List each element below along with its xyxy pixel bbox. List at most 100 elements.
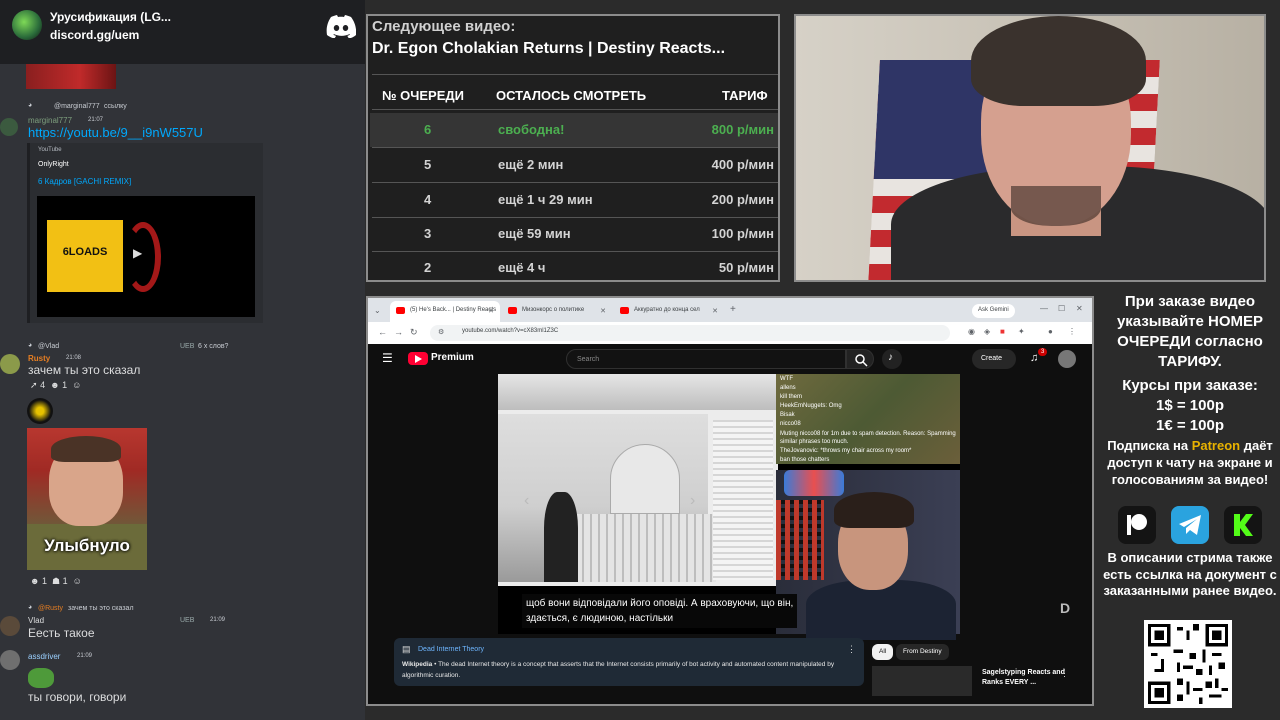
qr-code-icon <box>1148 624 1228 704</box>
server-invite-link[interactable]: discord.gg/uem <box>50 28 139 42</box>
close-tab-icon[interactable]: ✕ <box>600 307 606 315</box>
telegram-logo-icon[interactable] <box>1171 506 1209 544</box>
chip-from-destiny[interactable]: From Destiny <box>896 644 949 660</box>
channel-watermark[interactable]: D <box>1060 600 1070 616</box>
chip-all[interactable]: All <box>872 644 894 660</box>
info-panel-source: Wikipedia <box>402 661 433 668</box>
message-text: зачем ты это сказал <box>28 363 141 377</box>
search-input[interactable]: Search <box>566 349 846 369</box>
reply-user[interactable]: @marginal777 <box>54 103 100 110</box>
pepe-sticker[interactable] <box>28 668 54 688</box>
patreon-link[interactable]: Patreon <box>1192 438 1240 453</box>
next-video-label: Следующее видео: <box>372 18 516 35</box>
more-options-icon[interactable]: ⋮ <box>1060 668 1069 679</box>
sticker[interactable] <box>27 398 53 424</box>
queue-time-left: ещё 4 ч <box>498 260 546 275</box>
ask-gemini-button[interactable]: Ask Gemini <box>972 304 1015 318</box>
tab-destiny-video[interactable]: (5) He's Back... | Destiny Reacts ✕ <box>390 301 500 322</box>
avatar[interactable] <box>0 616 20 636</box>
reply-reference[interactable]: ◕ @Vlad UEB 6 х слов? <box>28 342 358 352</box>
reload-icon[interactable]: ↻ <box>410 327 418 338</box>
notifications-bell-icon[interactable]: ♫ <box>1030 352 1038 364</box>
reply-user[interactable]: @Rusty <box>38 605 63 612</box>
message-username[interactable]: Vlad <box>28 616 44 625</box>
qr-code[interactable] <box>1144 620 1232 708</box>
search-button[interactable] <box>846 349 874 369</box>
youtube-favicon-icon <box>508 307 517 314</box>
avatar[interactable] <box>0 354 20 374</box>
tab-third-video[interactable]: Аккуратно до конца сел ✕ <box>614 301 724 322</box>
youtube-premium-label[interactable]: Premium <box>431 352 474 363</box>
recommended-thumbnail[interactable] <box>872 666 972 696</box>
youtube-logo-icon[interactable] <box>408 352 428 365</box>
menu-icon[interactable]: ☰ <box>382 351 393 365</box>
browser-window: ⌄ (5) He's Back... | Destiny Reacts ✕ Ми… <box>366 296 1094 706</box>
tab-title: (5) He's Back... | Destiny Reacts <box>410 307 497 313</box>
extensions-puzzle-icon[interactable]: ✦ <box>1018 327 1025 336</box>
reply-reference[interactable]: ◕ @marginal777 ссылку <box>28 102 358 112</box>
forward-icon[interactable]: → <box>394 327 403 337</box>
embed-author[interactable]: OnlyRight <box>38 161 69 168</box>
reaction-count: 1 <box>42 576 48 586</box>
youtube-favicon-icon <box>620 307 629 314</box>
notification-count: 3 <box>1038 348 1048 356</box>
info-panel-text: Wikipedia • The dead Internet theory is … <box>402 661 835 679</box>
profile-icon[interactable]: ● <box>1048 327 1053 336</box>
context-info-panel[interactable]: ▤ Dead Internet Theory Wikipedia • The d… <box>394 638 864 686</box>
slide-next-icon[interactable]: › <box>690 492 695 510</box>
maximize-icon[interactable]: ☐ <box>1058 304 1065 313</box>
slide-prev-icon[interactable]: ‹ <box>524 492 529 510</box>
reactions[interactable]: ➚ 4 ☻ 1 ☺ <box>30 380 81 391</box>
rate-usd: 1$ = 100р <box>1156 397 1224 414</box>
extension-icon[interactable]: ◉ <box>968 327 975 336</box>
message-username[interactable]: assdriver <box>28 652 60 661</box>
recommended-video[interactable]: Sagelstyping Reacts and Ranks EVERY ... … <box>872 666 1092 696</box>
close-tab-icon[interactable]: ✕ <box>712 307 718 315</box>
create-button[interactable]: Create <box>972 349 1016 369</box>
add-reaction-icon[interactable]: ☺ <box>73 576 82 586</box>
reply-reference[interactable]: ◕ @Rusty зачем ты это сказал <box>28 604 358 614</box>
queue-time-left: ещё 59 мин <box>498 226 571 241</box>
browser-menu-icon[interactable]: ⋮ <box>1068 327 1076 336</box>
youtube-embed[interactable]: YouTube OnlyRight 6 Кадров [GACHI REMIX]… <box>27 143 263 323</box>
message-timestamp: 21:07 <box>88 117 104 123</box>
reactions[interactable]: ☻ 1 ☗ 1 ☺ <box>30 576 82 587</box>
more-options-icon[interactable]: ⋮ <box>847 644 856 655</box>
info-panel-title[interactable]: Dead Internet Theory <box>418 646 484 653</box>
minimize-icon[interactable]: — <box>1040 304 1048 313</box>
extension-icon[interactable]: ◈ <box>984 327 990 336</box>
meme-image[interactable]: Улыбнуло <box>27 428 147 570</box>
extension-icon[interactable]: ■ <box>1000 327 1005 336</box>
kick-logo-icon[interactable] <box>1224 506 1262 544</box>
youtube-link[interactable]: https://youtu.be/9__i9nW557U <box>28 125 203 140</box>
embed-title[interactable]: 6 Кадров [GACHI REMIX] <box>38 177 131 186</box>
avatar[interactable] <box>0 118 18 136</box>
new-tab-icon[interactable]: + <box>730 304 736 315</box>
message-username[interactable]: Rusty <box>28 354 50 363</box>
previous-image-thumbnail[interactable] <box>26 64 116 89</box>
recommended-title[interactable]: Sagelstyping Reacts and Ranks EVERY ... <box>982 668 1072 688</box>
close-tab-icon[interactable]: ✕ <box>488 307 494 315</box>
tab-second-video[interactable]: Мизонкорс о политике ✕ <box>502 301 612 322</box>
site-info-icon[interactable]: ⚙ <box>438 328 444 336</box>
close-window-icon[interactable]: ✕ <box>1076 304 1083 313</box>
queue-row: 5 ещё 2 мин 400 р/мин <box>370 148 778 182</box>
embed-thumbnail[interactable]: 6LOADS ▶ <box>37 196 255 317</box>
video-slide: ‹ › <box>498 374 778 586</box>
server-icon[interactable] <box>12 10 42 40</box>
create-label: Create <box>981 355 1003 362</box>
url-text[interactable]: youtube.com/watch?v=cX83ml1Z3C <box>462 328 558 334</box>
back-icon[interactable]: ← <box>378 327 387 337</box>
reply-user[interactable]: @Vlad <box>38 343 59 350</box>
reaction-emoji-icon: ➚ <box>30 380 38 390</box>
add-reaction-icon[interactable]: ☺ <box>72 380 81 390</box>
patreon-logo-icon[interactable] <box>1118 506 1156 544</box>
voice-search-button[interactable]: ♪ <box>882 349 902 369</box>
avatar[interactable] <box>0 650 20 670</box>
message-username[interactable]: marginal777 <box>28 116 72 125</box>
meme-caption: Улыбнуло <box>44 536 130 555</box>
tab-list-icon[interactable]: ⌄ <box>374 306 381 315</box>
document-icon: ▤ <box>402 644 411 654</box>
meme-hair <box>51 436 121 462</box>
account-avatar[interactable] <box>1058 350 1076 368</box>
